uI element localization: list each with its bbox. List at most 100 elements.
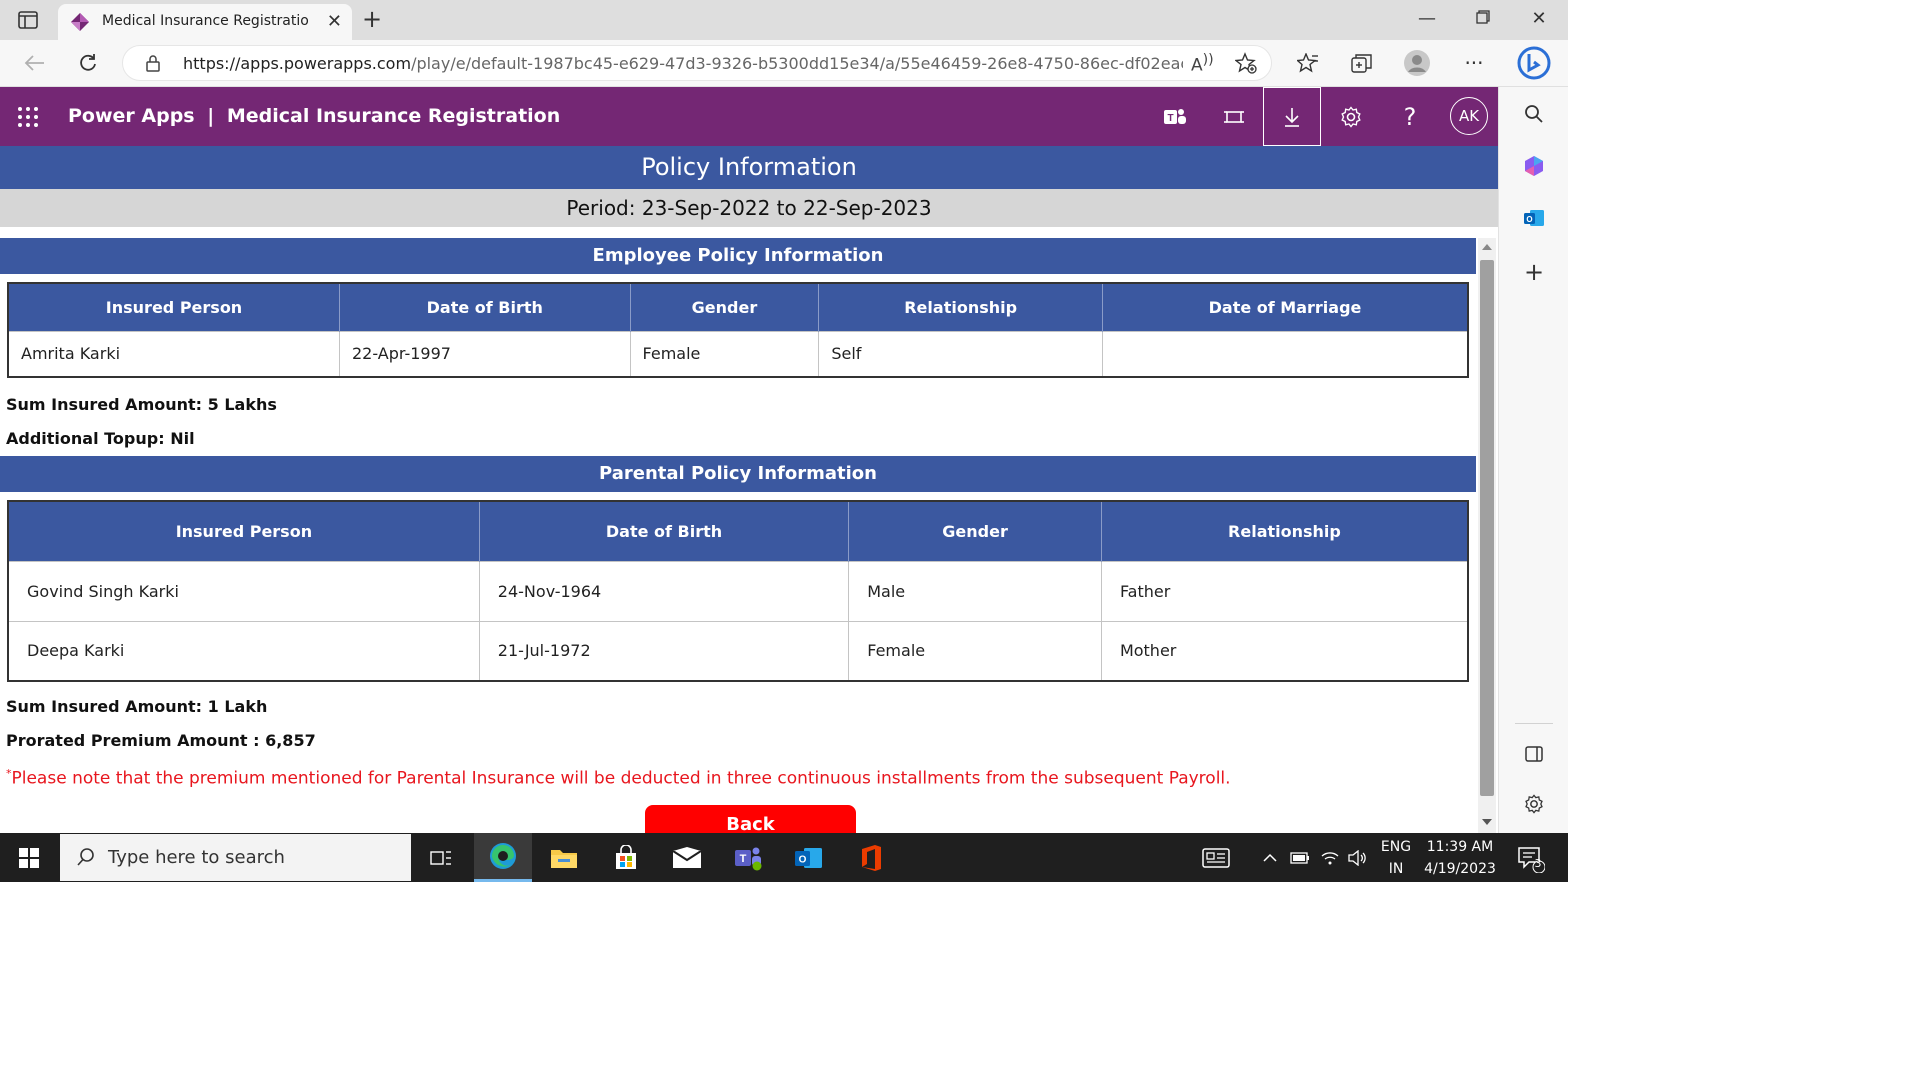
browser-tab-strip: Medical Insurance Registration - ✕ + — ✕ bbox=[0, 0, 1568, 40]
more-options-icon[interactable]: ··· bbox=[1459, 49, 1489, 77]
search-icon bbox=[76, 847, 96, 871]
power-apps-tab-icon bbox=[70, 12, 90, 32]
column-header: Gender bbox=[630, 283, 820, 331]
app-launcher-icon[interactable] bbox=[18, 107, 38, 127]
tab-actions-icon[interactable] bbox=[14, 8, 42, 32]
search-placeholder: Type here to search bbox=[108, 847, 285, 868]
sidebar-divider bbox=[1515, 723, 1553, 724]
parental-section-title: Parental Policy Information bbox=[0, 456, 1476, 492]
language-code: ENG bbox=[1380, 839, 1412, 855]
header-title: Power Apps | Medical Insurance Registrat… bbox=[68, 105, 560, 127]
sidebar-settings-icon[interactable] bbox=[1519, 789, 1549, 819]
mail-icon[interactable] bbox=[658, 833, 716, 882]
edge-sidebar: O + bbox=[1498, 87, 1568, 833]
employee-sum-insured: Sum Insured Amount: 5 Lakhs bbox=[6, 395, 277, 414]
task-view-icon[interactable] bbox=[412, 833, 470, 882]
input-language[interactable]: ENG IN bbox=[1374, 836, 1418, 880]
cell-gender: Female bbox=[848, 620, 1102, 681]
scroll-up-icon[interactable] bbox=[1482, 244, 1492, 250]
browser-tab[interactable]: Medical Insurance Registration - ✕ bbox=[58, 4, 352, 40]
employee-policy-table: Insured Person Date of Birth Gender Rela… bbox=[7, 282, 1469, 378]
cell-date-of-birth: 24-Nov-1964 bbox=[479, 560, 850, 621]
profile-icon[interactable] bbox=[1402, 49, 1432, 77]
download-icon[interactable] bbox=[1263, 87, 1321, 146]
policy-content[interactable]: Employee Policy Information Insured Pers… bbox=[0, 238, 1478, 833]
user-avatar[interactable]: AK bbox=[1450, 97, 1488, 135]
outlook-taskbar-icon[interactable]: O bbox=[780, 833, 838, 882]
column-header: Gender bbox=[848, 501, 1102, 561]
table-row: Amrita Karki 22-Apr-1997 Female Self bbox=[8, 330, 1468, 377]
add-sidebar-app-icon[interactable]: + bbox=[1519, 257, 1549, 287]
clock[interactable]: 11:39 AM 4/19/2023 bbox=[1420, 836, 1500, 880]
settings-gear-icon[interactable] bbox=[1322, 87, 1380, 146]
title-separator: | bbox=[207, 105, 215, 127]
product-name: Power Apps bbox=[68, 105, 195, 127]
cell-gender: Female bbox=[630, 330, 820, 377]
search-icon[interactable] bbox=[1519, 99, 1549, 129]
sidebar-toggle-icon[interactable] bbox=[1519, 739, 1549, 769]
fit-to-window-icon[interactable] bbox=[1205, 87, 1263, 146]
cell-relationship: Father bbox=[1101, 560, 1468, 621]
copilot-icon[interactable] bbox=[1519, 151, 1549, 181]
office-icon[interactable] bbox=[842, 833, 900, 882]
scroll-down-icon[interactable] bbox=[1482, 819, 1492, 825]
policy-period: Period: 23-Sep-2022 to 22-Sep-2023 bbox=[0, 189, 1498, 227]
add-favorite-icon[interactable] bbox=[1234, 52, 1257, 79]
cell-gender: Male bbox=[848, 560, 1102, 621]
new-tab-icon[interactable]: + bbox=[362, 6, 382, 32]
edge-browser-icon[interactable] bbox=[474, 833, 532, 882]
vertical-scrollbar[interactable] bbox=[1478, 238, 1496, 833]
scroll-thumb[interactable] bbox=[1480, 260, 1494, 796]
parental-policy-table: Insured Person Date of Birth Gender Rela… bbox=[7, 500, 1469, 682]
windows-start-icon[interactable] bbox=[0, 833, 58, 882]
parental-premium-note: *Please note that the premium mentioned … bbox=[6, 767, 1231, 789]
employee-section-title: Employee Policy Information bbox=[0, 238, 1476, 274]
file-explorer-icon[interactable] bbox=[535, 833, 593, 882]
cell-insured-person: Govind Singh Karki bbox=[8, 560, 480, 621]
power-apps-header: Power Apps | Medical Insurance Registrat… bbox=[0, 87, 1498, 146]
additional-topup: Additional Topup: Nil bbox=[6, 429, 195, 448]
column-header: Insured Person bbox=[8, 283, 340, 331]
prorated-premium: Prorated Premium Amount : 6,857 bbox=[6, 731, 316, 750]
svg-text:T: T bbox=[740, 853, 747, 865]
cell-relationship: Self bbox=[818, 330, 1103, 377]
wifi-icon[interactable] bbox=[1319, 833, 1341, 882]
favorites-icon[interactable] bbox=[1293, 49, 1323, 77]
news-widget-icon[interactable] bbox=[1196, 833, 1236, 882]
outlook-icon[interactable]: O bbox=[1519, 203, 1549, 233]
url-text[interactable]: https://apps.powerapps.com/play/e/defaul… bbox=[183, 54, 1183, 73]
cell-relationship: Mother bbox=[1101, 620, 1468, 681]
url-host: https://apps.powerapps.com bbox=[183, 54, 412, 73]
minimize-icon[interactable]: — bbox=[1412, 8, 1442, 30]
refresh-icon[interactable] bbox=[73, 49, 103, 77]
volume-icon[interactable] bbox=[1347, 833, 1369, 882]
windows-taskbar: Type here to search T O ENG IN 11:39 AM … bbox=[0, 833, 1568, 882]
browser-toolbar: https://apps.powerapps.com/play/e/defaul… bbox=[0, 40, 1568, 87]
microsoft-store-icon[interactable] bbox=[597, 833, 655, 882]
help-icon[interactable]: ? bbox=[1381, 87, 1439, 146]
app-name: Medical Insurance Registration bbox=[226, 105, 561, 127]
close-tab-icon[interactable]: ✕ bbox=[327, 12, 342, 32]
policy-title: Policy Information bbox=[0, 146, 1498, 189]
cell-date-of-marriage bbox=[1102, 330, 1468, 377]
teams-icon[interactable]: T bbox=[1146, 87, 1204, 146]
read-aloud-icon[interactable]: A)) bbox=[1191, 52, 1214, 76]
lock-icon[interactable] bbox=[145, 54, 161, 76]
taskbar-search-input[interactable]: Type here to search bbox=[60, 834, 411, 881]
clock-date: 4/19/2023 bbox=[1424, 861, 1496, 877]
teams-taskbar-icon[interactable]: T bbox=[719, 833, 777, 882]
chevron-up-icon[interactable] bbox=[1260, 833, 1280, 882]
collections-icon[interactable] bbox=[1347, 49, 1377, 77]
back-arrow-icon[interactable] bbox=[20, 49, 50, 77]
tab-title: Medical Insurance Registration - bbox=[102, 13, 310, 29]
close-window-icon[interactable]: ✕ bbox=[1524, 8, 1554, 30]
cell-date-of-birth: 22-Apr-1997 bbox=[339, 330, 631, 377]
svg-text:O: O bbox=[799, 854, 807, 865]
notifications-icon[interactable]: 3 bbox=[1510, 833, 1550, 882]
svg-text:O: O bbox=[1526, 215, 1532, 224]
address-bar[interactable]: https://apps.powerapps.com/play/e/defaul… bbox=[122, 45, 1272, 81]
bing-chat-icon[interactable] bbox=[1517, 45, 1551, 81]
battery-icon[interactable] bbox=[1289, 833, 1311, 882]
restore-icon[interactable] bbox=[1468, 8, 1498, 30]
back-button[interactable]: Back bbox=[645, 805, 856, 833]
